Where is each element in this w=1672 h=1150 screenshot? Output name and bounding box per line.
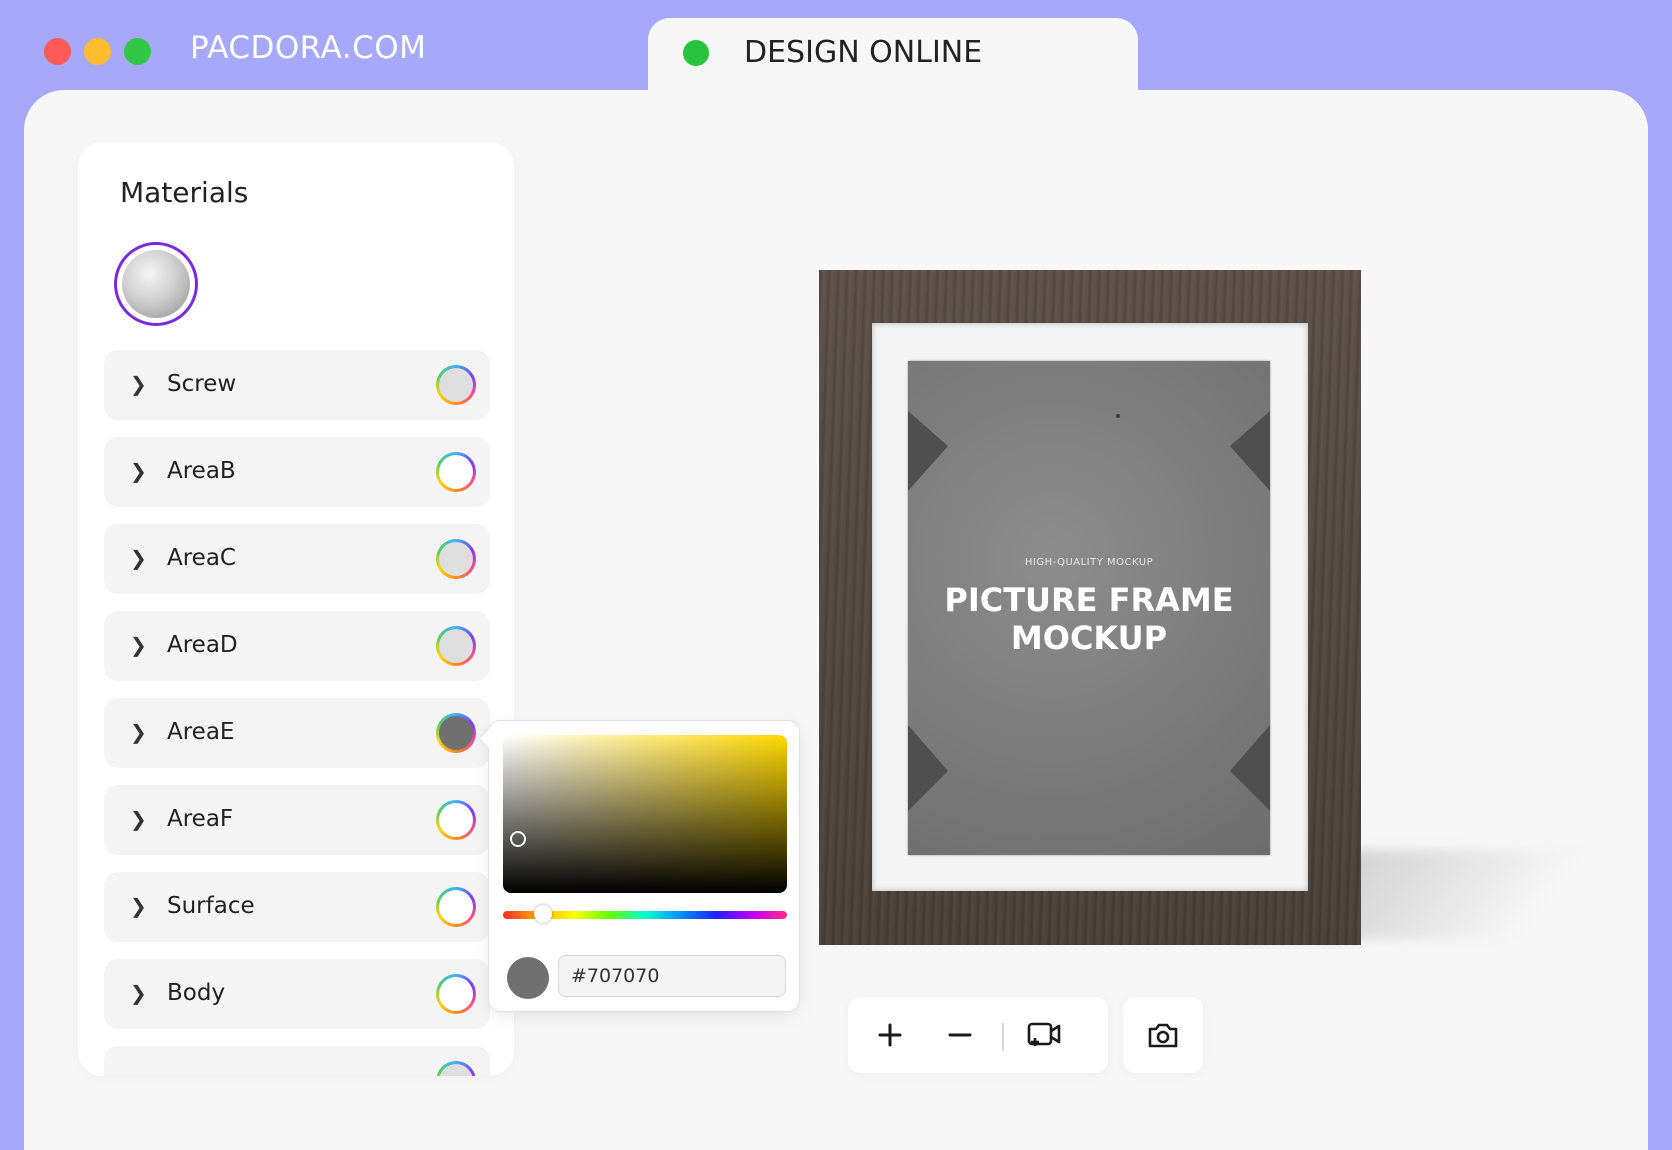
app-window: Materials ❯ Screw ❯ AreaB ❯ AreaC ❯ Area… [24,90,1648,1150]
chevron-right-icon[interactable]: ❯ [130,374,147,394]
color-swatch[interactable] [436,365,476,405]
poster-title: PICTURE FRAME MOCKUP [908,581,1270,657]
close-dot[interactable] [44,38,71,65]
part-row-partial[interactable] [104,1046,490,1076]
hue-slider[interactable] [503,905,787,923]
picture-frame-model[interactable]: HIGH-QUALITY MOCKUP PICTURE FRAME MOCKUP [819,270,1361,945]
poster-title-line: PICTURE FRAME [944,581,1234,619]
tab-label: DESIGN ONLINE [744,35,983,70]
color-swatch[interactable] [436,626,476,666]
swatch-fill [439,716,473,750]
hex-color-input[interactable] [558,955,786,997]
part-label: AreaE [167,719,235,745]
part-row-areac[interactable]: ❯ AreaC [104,524,490,594]
chevron-right-icon[interactable]: ❯ [130,548,147,568]
poster-title-line: MOCKUP [1010,619,1168,657]
part-row-screw[interactable]: ❯ Screw [104,350,490,420]
frame-matte: HIGH-QUALITY MOCKUP PICTURE FRAME MOCKUP [872,323,1308,891]
color-swatch[interactable] [436,539,476,579]
color-picker-popup [488,720,800,1012]
camera-icon [1148,1023,1178,1048]
saturation-handle[interactable] [510,831,526,847]
chevron-right-icon[interactable]: ❯ [130,896,147,916]
part-label: AreaF [167,806,234,832]
minus-icon [948,1033,972,1037]
part-row-areaf[interactable]: ❯ AreaF [104,785,490,855]
zoom-in-button[interactable] [866,1011,914,1059]
swatch-fill [439,629,473,663]
swatch-fill [439,977,473,1011]
toolbar-divider [1002,1023,1004,1051]
material-sphere-icon [122,250,190,318]
swatch-fill [439,1064,473,1076]
swatch-fill [439,368,473,402]
part-row-surface[interactable]: ❯ Surface [104,872,490,942]
color-swatch[interactable] [436,1061,476,1076]
add-camera-view-icon [1027,1022,1061,1046]
part-label: Surface [167,893,255,919]
poster-subtitle: HIGH-QUALITY MOCKUP [1024,557,1154,568]
chevron-right-icon[interactable]: ❯ [130,809,147,829]
swatch-fill [439,542,473,576]
part-label: Screw [167,371,237,397]
color-swatch[interactable] [436,713,476,753]
swatch-fill [439,455,473,489]
color-swatch[interactable] [436,974,476,1014]
chevron-right-icon[interactable]: ❯ [130,635,147,655]
part-list: ❯ Screw ❯ AreaB ❯ AreaC ❯ AreaD ❯ AreaE … [104,350,490,1076]
swatch-fill [439,803,473,837]
color-swatch[interactable] [436,800,476,840]
materials-panel: Materials ❯ Screw ❯ AreaB ❯ AreaC ❯ Area… [78,142,514,1076]
chevron-right-icon[interactable]: ❯ [130,983,147,1003]
chevron-right-icon[interactable]: ❯ [130,722,147,742]
maximize-dot[interactable] [124,38,151,65]
part-row-body[interactable]: ❯ Body [104,959,490,1029]
screenshot-button[interactable] [1123,997,1203,1073]
part-row-areab[interactable]: ❯ AreaB [104,437,490,507]
minimize-dot[interactable] [84,38,111,65]
status-dot [683,40,709,66]
part-label: AreaC [167,545,236,571]
current-color-preview [507,957,549,999]
part-label: AreaD [167,632,238,658]
chevron-right-icon[interactable]: ❯ [130,461,147,481]
color-swatch[interactable] [436,452,476,492]
panel-title: Materials [120,176,249,209]
tab-design-online[interactable]: DESIGN ONLINE [648,18,1138,94]
window-controls [44,38,151,65]
hue-handle[interactable] [533,905,552,923]
part-row-aread[interactable]: ❯ AreaD [104,611,490,681]
swatch-fill [439,890,473,924]
part-label: AreaB [167,458,236,484]
brand-label: PACDORA.COM [190,30,427,66]
zoom-out-button[interactable] [936,1011,984,1059]
view-toolbar [848,997,1108,1073]
color-swatch[interactable] [436,887,476,927]
saturation-box[interactable] [503,735,787,893]
plus-icon [878,1023,902,1047]
part-label: Body [167,980,226,1006]
part-row-areae[interactable]: ❯ AreaE [104,698,490,768]
add-view-button[interactable] [1020,1011,1068,1059]
material-thumbnail[interactable] [114,242,198,326]
poster-artwork: HIGH-QUALITY MOCKUP PICTURE FRAME MOCKUP [908,361,1270,855]
